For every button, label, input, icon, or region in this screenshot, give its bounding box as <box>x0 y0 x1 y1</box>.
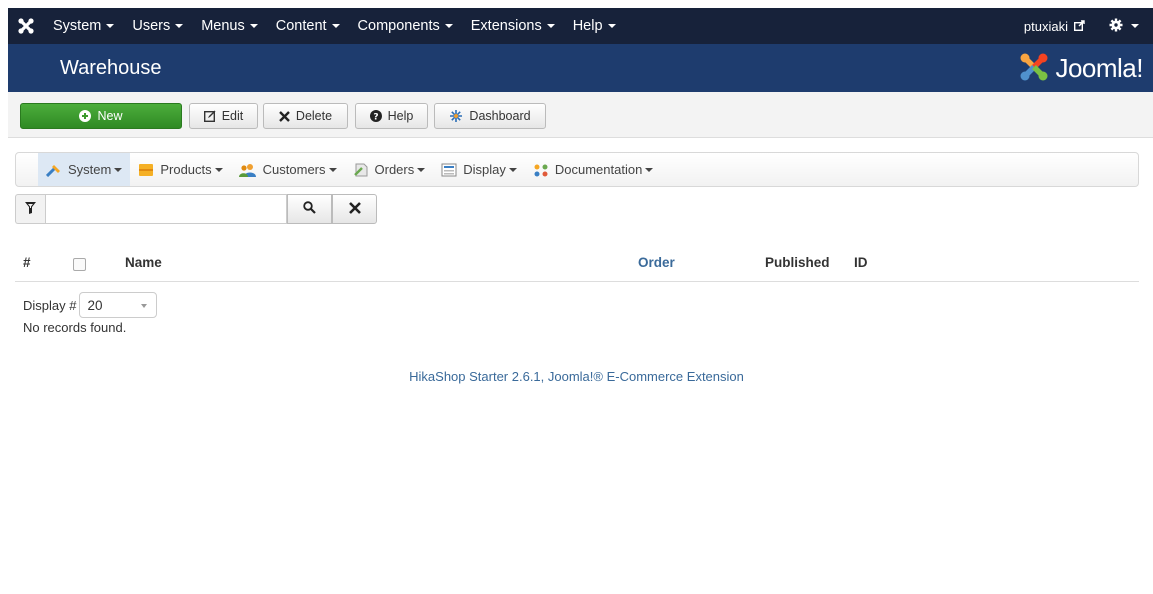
joomla-brand: Joomla! <box>1019 52 1143 85</box>
hika-menu-orders[interactable]: Orders <box>345 153 434 186</box>
chevron-down-icon <box>175 24 184 29</box>
display-limit-select[interactable]: 20 <box>79 292 158 318</box>
search-input[interactable] <box>45 194 287 224</box>
display-limit-value: 20 <box>87 297 103 313</box>
table-header: # Name Order Published ID <box>15 250 1139 282</box>
user-site-link[interactable]: ptuxiaki <box>1012 19 1097 34</box>
no-records-message: No records found. <box>23 320 127 335</box>
plus-circle-icon <box>79 110 92 122</box>
chevron-down-icon <box>546 24 555 29</box>
column-num: # <box>23 255 31 270</box>
username: ptuxiaki <box>1023 18 1068 34</box>
chevron-down-icon <box>106 24 115 29</box>
close-icon <box>279 110 290 122</box>
documentation-icon <box>533 163 549 177</box>
top-menu: System Users Menus Content Components Ex… <box>44 8 625 44</box>
users-icon <box>238 163 257 177</box>
hika-menu-documentation[interactable]: Documentation <box>525 153 661 186</box>
external-link-icon <box>1073 19 1085 34</box>
column-name: Name <box>125 255 162 270</box>
chevron-down-icon <box>417 167 426 172</box>
column-id: ID <box>854 255 868 270</box>
joomla-brand-logo-icon <box>1019 52 1049 85</box>
chevron-down-icon <box>249 24 258 29</box>
search-icon <box>303 201 316 217</box>
hika-menu-display[interactable]: Display <box>433 153 525 186</box>
top-menu-users[interactable]: Users <box>123 18 192 34</box>
hikashop-dashboard-icon <box>449 109 463 123</box>
dashboard-button[interactable]: Dashboard <box>434 103 546 129</box>
display-icon <box>441 163 457 177</box>
column-order-sort-link[interactable]: Order <box>638 255 675 270</box>
chevron-down-icon <box>114 167 123 172</box>
help-button[interactable]: ? Help <box>355 103 428 129</box>
header-bar: Warehouse Joomla! <box>8 44 1153 92</box>
top-navbar: System Users Menus Content Components Ex… <box>8 8 1153 44</box>
top-menu-content[interactable]: Content <box>267 18 349 34</box>
top-menu-help[interactable]: Help <box>564 18 625 34</box>
chevron-down-icon <box>331 24 340 29</box>
hika-menu-products[interactable]: Products <box>130 153 230 186</box>
filter-icon <box>25 201 36 217</box>
chevron-down-icon <box>214 167 223 172</box>
orders-icon <box>353 163 369 177</box>
gear-icon <box>1109 18 1123 35</box>
edit-button[interactable]: Edit <box>189 103 258 129</box>
svg-text:?: ? <box>373 112 378 122</box>
chevron-down-icon <box>328 167 337 172</box>
top-menu-extensions[interactable]: Extensions <box>462 18 564 34</box>
close-icon <box>348 201 361 217</box>
joomla-logo-icon[interactable] <box>8 8 44 44</box>
chevron-down-icon <box>607 24 616 29</box>
select-all-checkbox[interactable] <box>73 258 86 271</box>
display-limit-label: Display # <box>23 297 77 313</box>
new-button[interactable]: New <box>20 103 182 129</box>
filter-label <box>15 194 45 224</box>
page-title: Warehouse <box>60 56 162 79</box>
question-circle-icon: ? <box>369 110 382 122</box>
chevron-down-icon <box>645 167 654 172</box>
display-limit-row: Display # 20 <box>23 292 158 318</box>
hika-menu-customers[interactable]: Customers <box>231 153 345 186</box>
box-icon <box>138 163 154 177</box>
footer-link[interactable]: HikaShop Starter 2.6.1, Joomla!® E-Comme… <box>0 369 1153 384</box>
delete-button[interactable]: Delete <box>263 103 348 129</box>
hikashop-menu: System Products Customers Orders Display… <box>15 152 1139 187</box>
hika-menu-system[interactable]: System <box>38 153 131 186</box>
settings-menu[interactable] <box>1097 18 1153 35</box>
chevron-down-icon <box>508 167 517 172</box>
chevron-down-icon <box>141 304 148 308</box>
edit-icon <box>203 110 216 122</box>
search-button[interactable] <box>287 194 332 224</box>
clear-search-button[interactable] <box>332 194 377 224</box>
chevron-down-icon <box>1131 24 1139 28</box>
wrench-icon <box>46 163 62 177</box>
top-menu-components[interactable]: Components <box>349 18 462 34</box>
top-menu-menus[interactable]: Menus <box>192 18 267 34</box>
toolbar: New Edit Delete ? Help Dashboard <box>8 92 1153 138</box>
chevron-down-icon <box>444 24 453 29</box>
top-right-area: ptuxiaki <box>1012 8 1153 44</box>
joomla-brand-text: Joomla! <box>1055 52 1143 83</box>
top-menu-system[interactable]: System <box>44 18 123 34</box>
column-published: Published <box>765 255 830 270</box>
